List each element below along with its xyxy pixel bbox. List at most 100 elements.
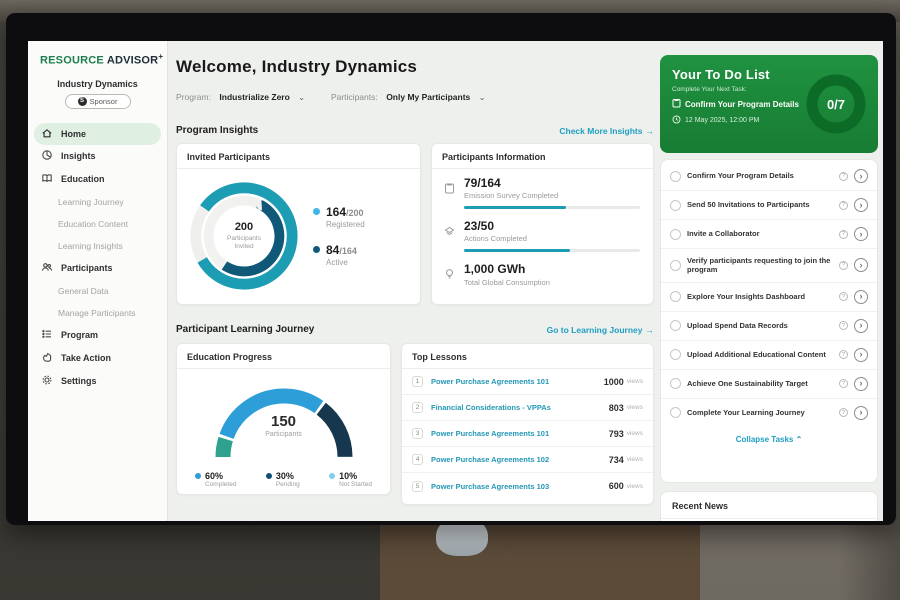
sidebar-item-home[interactable]: Home bbox=[34, 123, 161, 145]
sidebar-item-program[interactable]: Program bbox=[28, 324, 167, 347]
donut-legend: 164/200 Registered 84/164 Active bbox=[313, 205, 365, 267]
sidebar-item-learning-insights[interactable]: Learning Insights bbox=[28, 235, 167, 257]
collapse-tasks-link[interactable]: Collapse Tasks ⌃ bbox=[661, 427, 877, 448]
lesson-rank: 1 bbox=[412, 376, 423, 387]
task-checkbox[interactable] bbox=[670, 349, 681, 360]
help-icon[interactable]: ? bbox=[839, 292, 848, 301]
task-row-confirm-program[interactable]: Confirm Your Program Details ? › bbox=[661, 162, 877, 191]
task-label: Send 50 Invitations to Participants bbox=[687, 200, 833, 209]
task-label: Achieve One Sustainability Target bbox=[687, 379, 833, 388]
task-row-send-invitations[interactable]: Send 50 Invitations to Participants ? › bbox=[661, 191, 877, 220]
chevron-right-icon[interactable]: › bbox=[854, 348, 868, 362]
lesson-row-5[interactable]: 5 Power Purchase Agreements 103 600 view… bbox=[402, 473, 653, 499]
chevron-right-icon[interactable]: › bbox=[854, 377, 868, 391]
invited-donut-chart: 200 Participants Invited bbox=[185, 177, 303, 295]
todo-hero-panel: Your To Do List Complete Your Next Task:… bbox=[660, 55, 878, 153]
lesson-row-3[interactable]: 3 Power Purchase Agreements 101 793 view… bbox=[402, 421, 653, 447]
lesson-rank: 4 bbox=[412, 454, 423, 465]
lesson-title-link[interactable]: Power Purchase Agreements 102 bbox=[431, 455, 609, 464]
task-row-upload-educational-content[interactable]: Upload Additional Educational Content ? … bbox=[661, 341, 877, 370]
gauge-center-label: Participants bbox=[209, 431, 359, 438]
task-checkbox[interactable] bbox=[670, 260, 681, 271]
help-icon[interactable]: ? bbox=[839, 350, 848, 359]
lesson-title-link[interactable]: Financial Considerations - VPPAs bbox=[431, 403, 609, 412]
sidebar-item-insights[interactable]: Insights bbox=[28, 145, 167, 168]
task-checkbox[interactable] bbox=[670, 229, 681, 240]
collapse-label: Collapse Tasks bbox=[736, 435, 794, 444]
task-checkbox[interactable] bbox=[670, 407, 681, 418]
task-checkbox[interactable] bbox=[670, 171, 681, 182]
sidebar-item-participants[interactable]: Participants bbox=[28, 257, 167, 280]
link-label: Check More Insights bbox=[559, 126, 642, 136]
chevron-right-icon[interactable]: › bbox=[854, 169, 868, 183]
sidebar-item-manage-participants[interactable]: Manage Participants bbox=[28, 302, 167, 324]
task-row-verify-participants[interactable]: Verify participants requesting to join t… bbox=[661, 249, 877, 283]
education-gauge-chart: 150 Participants bbox=[209, 379, 359, 463]
donut-center-label: Participants Invited bbox=[218, 235, 270, 251]
chevron-right-icon[interactable]: › bbox=[854, 258, 868, 272]
lesson-row-1[interactable]: 1 Power Purchase Agreements 101 1000 vie… bbox=[402, 369, 653, 395]
lesson-row-4[interactable]: 4 Power Purchase Agreements 102 734 view… bbox=[402, 447, 653, 473]
arrow-right-icon: → bbox=[646, 126, 655, 136]
sponsor-label: Sponsor bbox=[90, 97, 118, 106]
task-row-invite-collaborator[interactable]: Invite a Collaborator ? › bbox=[661, 220, 877, 249]
brand-primary: RESOURCE bbox=[40, 55, 104, 67]
lesson-views-unit: views bbox=[627, 404, 643, 411]
link-label: Go to Learning Journey bbox=[547, 325, 643, 335]
help-icon[interactable]: ? bbox=[839, 261, 848, 270]
lesson-rank: 3 bbox=[412, 428, 423, 439]
task-row-explore-insights[interactable]: Explore Your Insights Dashboard ? › bbox=[661, 283, 877, 312]
lesson-row-2[interactable]: 2 Financial Considerations - VPPAs 803 v… bbox=[402, 395, 653, 421]
task-row-achieve-target[interactable]: Achieve One Sustainability Target ? › bbox=[661, 370, 877, 399]
chevron-right-icon[interactable]: › bbox=[854, 227, 868, 241]
go-to-learning-journey-link[interactable]: Go to Learning Journey→ bbox=[547, 325, 654, 335]
task-row-upload-spend-data[interactable]: Upload Spend Data Records ? › bbox=[661, 312, 877, 341]
lesson-views: 734 bbox=[609, 455, 624, 465]
pie-chart-icon bbox=[41, 149, 53, 163]
chevron-right-icon[interactable]: › bbox=[854, 290, 868, 304]
chevron-right-icon[interactable]: › bbox=[854, 319, 868, 333]
task-row-complete-learning-journey[interactable]: Complete Your Learning Journey ? › bbox=[661, 399, 877, 427]
actions-icon bbox=[444, 220, 456, 252]
check-more-insights-link[interactable]: Check More Insights → bbox=[559, 126, 654, 136]
sidebar-subitem-label: Learning Insights bbox=[58, 241, 123, 251]
help-icon[interactable]: ? bbox=[839, 408, 848, 417]
sidebar-item-learning-journey[interactable]: Learning Journey bbox=[28, 191, 167, 213]
legend-active: 84/164 Active bbox=[313, 243, 365, 267]
sidebar-item-label: Take Action bbox=[61, 353, 111, 363]
stat-label: Emission Survey Completed bbox=[464, 191, 640, 200]
task-checkbox[interactable] bbox=[670, 291, 681, 302]
help-icon[interactable]: ? bbox=[839, 172, 848, 181]
sponsor-badge: S Sponsor bbox=[65, 94, 131, 109]
task-checkbox[interactable] bbox=[670, 320, 681, 331]
help-icon[interactable]: ? bbox=[839, 379, 848, 388]
sidebar-item-take-action[interactable]: Take Action bbox=[28, 347, 167, 370]
lesson-title-link[interactable]: Power Purchase Agreements 101 bbox=[431, 429, 609, 438]
hand-icon bbox=[41, 351, 53, 365]
sidebar-item-education-content[interactable]: Education Content bbox=[28, 213, 167, 235]
task-label: Confirm Your Program Details bbox=[687, 171, 833, 180]
monitor-bezel: RESOURCE ADVISOR+ Industry Dynamics S Sp… bbox=[6, 13, 896, 525]
sidebar-item-education[interactable]: Education bbox=[28, 168, 167, 191]
help-icon[interactable]: ? bbox=[839, 230, 848, 239]
task-checkbox[interactable] bbox=[670, 378, 681, 389]
lesson-title-link[interactable]: Power Purchase Agreements 101 bbox=[431, 377, 604, 386]
chevron-down-icon: ⌄ bbox=[479, 93, 486, 102]
task-checkbox[interactable] bbox=[670, 200, 681, 211]
lesson-title-link[interactable]: Power Purchase Agreements 103 bbox=[431, 482, 609, 491]
sponsor-icon: S bbox=[78, 97, 87, 106]
emission-progress-bar bbox=[464, 206, 640, 209]
help-icon[interactable]: ? bbox=[839, 321, 848, 330]
dashboard-screen: RESOURCE ADVISOR+ Industry Dynamics S Sp… bbox=[28, 41, 883, 521]
stat-label: Actions Completed bbox=[464, 234, 640, 243]
chevron-right-icon[interactable]: › bbox=[854, 198, 868, 212]
program-filter-value: Industrialize Zero bbox=[219, 92, 289, 102]
sidebar-item-settings[interactable]: Settings bbox=[28, 370, 167, 393]
participants-filter[interactable]: Participants: Only My Participants ⌄ bbox=[331, 87, 485, 105]
sidebar-item-general-data[interactable]: General Data bbox=[28, 280, 167, 302]
program-filter[interactable]: Program: Industrialize Zero ⌄ bbox=[176, 87, 305, 105]
chevron-right-icon[interactable]: › bbox=[854, 406, 868, 420]
brand-secondary: ADVISOR bbox=[107, 55, 159, 67]
help-icon[interactable]: ? bbox=[839, 201, 848, 210]
arrow-right-icon: → bbox=[646, 325, 655, 335]
